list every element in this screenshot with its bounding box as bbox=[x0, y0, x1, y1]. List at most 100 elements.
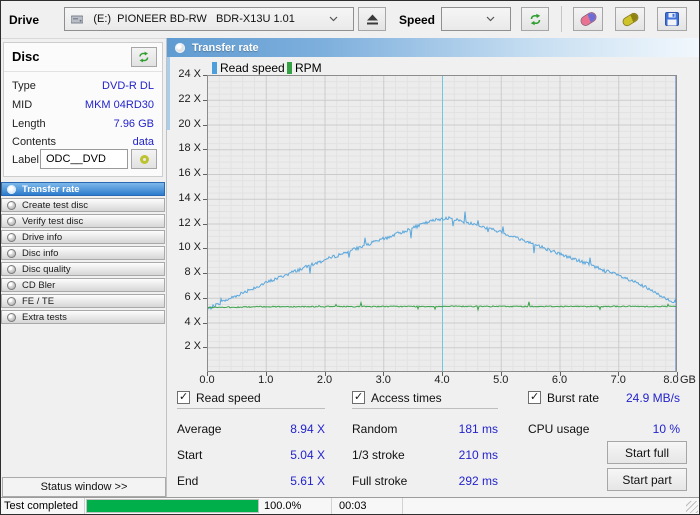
x-axis-tick bbox=[500, 372, 502, 376]
start-full-button[interactable]: Start full bbox=[607, 441, 687, 464]
sidebar-item-transfer-rate[interactable]: Transfer rate bbox=[1, 182, 165, 196]
drive-select[interactable]: (E:) PIONEER BD-RW BDR-X13U 1.01 bbox=[64, 7, 354, 31]
progress-bar bbox=[86, 499, 259, 513]
erase-disc-button[interactable] bbox=[573, 7, 603, 31]
disc-icon bbox=[139, 154, 149, 164]
drive-label: Drive bbox=[9, 13, 40, 27]
sidebar-item-label: Create test disc bbox=[22, 199, 88, 211]
end-label: End bbox=[177, 474, 199, 488]
panel-title: Transfer rate bbox=[192, 41, 259, 54]
start-part-button[interactable]: Start part bbox=[607, 468, 687, 491]
disc-icon bbox=[7, 232, 16, 242]
legend-swatch-rpm bbox=[287, 62, 292, 74]
average-label: Average bbox=[177, 422, 222, 436]
y-axis-label: 6 X bbox=[184, 290, 201, 303]
average-value: 8.94 X bbox=[290, 422, 325, 436]
drive-icon bbox=[71, 0, 89, 48]
eject-icon bbox=[366, 14, 379, 25]
sidebar-item-disc-quality[interactable]: Disc quality bbox=[1, 262, 165, 276]
sidebar-item-label: FE / TE bbox=[22, 295, 55, 307]
disc-icon bbox=[7, 200, 16, 210]
end-value: 5.61 X bbox=[290, 474, 325, 488]
x-axis-tick bbox=[442, 372, 443, 376]
y-axis-label: 10 X bbox=[178, 241, 201, 254]
panel-header: Transfer rate bbox=[167, 38, 700, 57]
refresh-speed-button[interactable] bbox=[521, 7, 549, 31]
transfer-rate-chart bbox=[207, 75, 677, 372]
write-disc-button[interactable] bbox=[615, 7, 645, 31]
legend-label-read-speed: Read speed bbox=[220, 61, 285, 75]
disc-type-label: Type bbox=[12, 80, 36, 92]
disc-length-label: Length bbox=[12, 118, 46, 130]
disc-label-input[interactable] bbox=[40, 149, 128, 169]
toolbar-separator bbox=[561, 6, 562, 32]
sidebar-item-cd-bler[interactable]: CD Bler bbox=[1, 278, 165, 292]
sidebar-item-extra-tests[interactable]: Extra tests bbox=[1, 310, 165, 324]
burst-rate-checkbox[interactable] bbox=[528, 390, 541, 404]
sidebar-item-label: Transfer rate bbox=[22, 183, 80, 195]
toolbar: Drive (E:) PIONEER BD-RW BDR-X13U 1.01 S… bbox=[1, 1, 699, 39]
cpu-usage-label: CPU usage bbox=[528, 422, 590, 436]
start-label: Start bbox=[177, 448, 203, 462]
read-speed-title: Read speed bbox=[196, 391, 261, 405]
sidebar-item-disc-info[interactable]: Disc info bbox=[1, 246, 165, 260]
resize-grip[interactable] bbox=[686, 501, 698, 513]
disc-icon bbox=[175, 42, 185, 53]
divider bbox=[352, 408, 498, 409]
random-value: 181 ms bbox=[458, 422, 498, 436]
read-speed-checkbox[interactable] bbox=[177, 390, 190, 404]
y-axis-label: 20 X bbox=[178, 117, 201, 130]
y-axis-label: 12 X bbox=[178, 216, 201, 229]
access-times-checkbox[interactable] bbox=[352, 390, 365, 404]
progress-fill bbox=[87, 500, 258, 512]
eject-button[interactable] bbox=[358, 7, 386, 31]
sidebar-item-label: Disc quality bbox=[22, 263, 71, 275]
disc-icon bbox=[7, 184, 16, 194]
sidebar-item-label: Disc info bbox=[22, 247, 59, 259]
drive-select-value: (E:) PIONEER BD-RW BDR-X13U 1.01 bbox=[93, 13, 295, 25]
sidebar-item-drive-info[interactable]: Drive info bbox=[1, 230, 165, 244]
refresh-icon bbox=[137, 51, 151, 63]
burst-rate-title: Burst rate bbox=[547, 391, 600, 405]
x-axis-tick bbox=[265, 372, 267, 376]
burst-rate-value: 24.9 MB/s bbox=[625, 391, 680, 405]
x-axis-tick bbox=[677, 372, 678, 376]
speed-select[interactable] bbox=[441, 7, 511, 31]
refresh-disc-button[interactable] bbox=[131, 47, 157, 67]
progress-percent: 100.0% bbox=[260, 498, 332, 514]
set-label-button[interactable] bbox=[131, 149, 157, 169]
y-axis-label: 2 X bbox=[184, 340, 201, 353]
x-axis-tick bbox=[207, 372, 208, 376]
sidebar-item-label: Drive info bbox=[22, 231, 63, 243]
sidebar-item-label: CD Bler bbox=[22, 279, 56, 291]
full-stroke-label: Full stroke bbox=[352, 474, 408, 488]
disc-icon bbox=[7, 264, 16, 274]
full-stroke-value: 292 ms bbox=[458, 474, 498, 488]
disc-icon bbox=[7, 296, 16, 306]
one-third-stroke-label: 1/3 stroke bbox=[352, 448, 405, 462]
elapsed-time: 00:03 bbox=[333, 498, 403, 514]
speed-label: Speed bbox=[399, 13, 436, 27]
disc-icon bbox=[7, 248, 16, 258]
disc-contents-label: Contents bbox=[12, 136, 57, 148]
disc-icon bbox=[7, 280, 16, 290]
status-window-button[interactable]: Status window >> bbox=[2, 477, 166, 497]
refresh-icon bbox=[528, 13, 543, 26]
y-axis-label: 8 X bbox=[184, 266, 201, 278]
sidebar-item-create-test-disc[interactable]: Create test disc bbox=[1, 198, 165, 212]
divider bbox=[177, 408, 325, 409]
save-button[interactable] bbox=[657, 7, 687, 31]
legend-swatch-read-speed bbox=[212, 62, 217, 74]
eraser-icon bbox=[579, 11, 597, 27]
sidebar-item-verify-test-disc[interactable]: Verify test disc bbox=[1, 214, 165, 228]
x-axis-tick bbox=[618, 372, 620, 376]
highlighter-icon bbox=[621, 12, 639, 26]
disc-icon bbox=[7, 216, 16, 226]
sidebar-item-fe-te[interactable]: FE / TE bbox=[1, 294, 165, 308]
y-axis-label: 24 X bbox=[178, 68, 201, 80]
legend-label-rpm: RPM bbox=[295, 61, 322, 75]
disc-length-value: 7.96 GB bbox=[113, 118, 154, 130]
one-third-stroke-value: 210 ms bbox=[458, 448, 498, 462]
cpu-usage-value: 10 % bbox=[652, 422, 680, 436]
y-axis-label: 4 X bbox=[184, 315, 201, 328]
